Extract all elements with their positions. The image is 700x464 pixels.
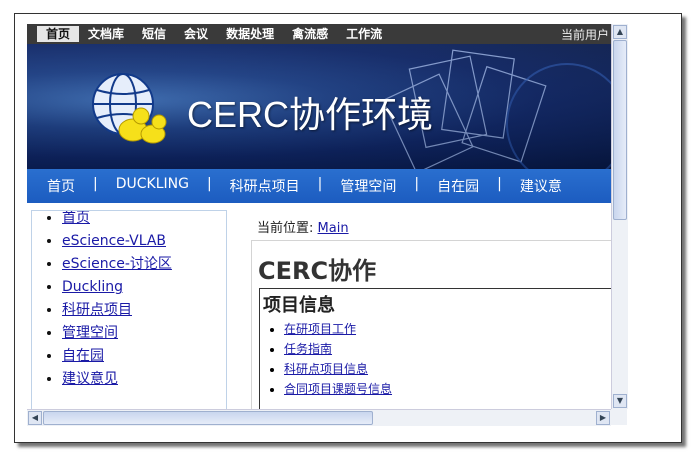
- sidebar: 首页 eScience-VLAB eScience-讨论区 Duckling 科…: [31, 210, 227, 423]
- sidebar-link-management-space[interactable]: 管理空间: [62, 325, 118, 341]
- link-task-guide[interactable]: 任务指南: [284, 342, 332, 356]
- duckling-globe-logo: [92, 73, 167, 144]
- scroll-left-icon[interactable]: ◀: [28, 411, 42, 425]
- content-box: CERC协作 项目信息 在研项目工作 任务指南 科研点项目信息 合同项目课题号信…: [251, 240, 611, 423]
- mainnav-management-space[interactable]: 管理空间: [330, 176, 406, 196]
- horizontal-scrollbar[interactable]: ◀ ▶: [27, 409, 611, 426]
- mainnav-separator: |: [317, 176, 323, 192]
- banner: CERC协作环境: [27, 44, 611, 169]
- vertical-scroll-thumb[interactable]: [613, 40, 627, 220]
- vertical-scrollbar[interactable]: ▲ ▼: [611, 24, 628, 409]
- link-ongoing-projects[interactable]: 在研项目工作: [284, 322, 356, 336]
- sidebar-link-ziyuan[interactable]: 自在园: [62, 348, 104, 364]
- breadcrumb-label: 当前位置:: [257, 221, 314, 236]
- mainnav-separator: |: [497, 176, 502, 192]
- topnav-messages[interactable]: 短信: [133, 26, 175, 42]
- sidebar-link-escience-forum[interactable]: eScience-讨论区: [62, 256, 172, 272]
- breadcrumb-link-main[interactable]: Main: [318, 221, 349, 236]
- mainnav-research-projects[interactable]: 科研点项目: [220, 176, 310, 196]
- banner-title: CERC协作环境: [187, 94, 434, 135]
- scroll-right-icon[interactable]: ▶: [596, 411, 610, 425]
- mainnav-separator: |: [206, 176, 212, 192]
- list-item: 科研点项目信息: [284, 359, 392, 379]
- horizontal-scroll-thumb[interactable]: [43, 411, 373, 425]
- mainnav-separator: |: [414, 176, 420, 192]
- window-frame: 首页 文档库 短信 会议 数据处理 禽流感 工作流 当前用户 CERC协作环境 …: [14, 13, 682, 443]
- sidebar-item: Duckling: [62, 276, 226, 299]
- top-navigation: 首页 文档库 短信 会议 数据处理 禽流感 工作流 当前用户: [27, 24, 611, 44]
- topnav-bird-flu[interactable]: 禽流感: [283, 26, 337, 42]
- scroll-down-icon[interactable]: ▼: [613, 394, 627, 408]
- link-contract-project-info[interactable]: 合同项目课题号信息: [284, 382, 392, 396]
- sidebar-item: 建议意见: [62, 368, 226, 391]
- list-item: 合同项目课题号信息: [284, 379, 392, 399]
- current-user-label: 当前用户: [560, 28, 609, 42]
- mainnav-ziyuan[interactable]: 自在园: [427, 176, 489, 196]
- link-research-project-info[interactable]: 科研点项目信息: [284, 362, 368, 376]
- sidebar-link-research-projects[interactable]: 科研点项目: [62, 302, 132, 318]
- list-item: 在研项目工作: [284, 319, 392, 339]
- sidebar-link-home[interactable]: 首页: [62, 211, 90, 226]
- mainnav-suggestions[interactable]: 建议意: [510, 176, 572, 196]
- sidebar-item: 首页: [62, 211, 226, 230]
- sidebar-link-duckling[interactable]: Duckling: [62, 279, 123, 295]
- main-navigation: 首页 | DUCKLING | 科研点项目 | 管理空间 | 自在园 | 建议意: [27, 169, 611, 203]
- sidebar-link-suggestions[interactable]: 建议意见: [62, 371, 118, 387]
- sidebar-item: 管理空间: [62, 322, 226, 345]
- list-item: 任务指南: [284, 339, 392, 359]
- sidebar-item: 自在园: [62, 345, 226, 368]
- sidebar-item: eScience-VLAB: [62, 230, 226, 253]
- scrollbar-corner: [611, 409, 627, 425]
- project-links: 在研项目工作 任务指南 科研点项目信息 合同项目课题号信息: [260, 319, 392, 399]
- sidebar-list: 首页 eScience-VLAB eScience-讨论区 Duckling 科…: [32, 211, 226, 391]
- mainnav-separator: |: [93, 176, 98, 192]
- page-viewport: 首页 文档库 短信 会议 数据处理 禽流感 工作流 当前用户 CERC协作环境 …: [27, 24, 611, 423]
- topnav-data-processing[interactable]: 数据处理: [217, 26, 283, 42]
- section-title: 项目信息: [263, 295, 335, 316]
- topnav-workflow[interactable]: 工作流: [337, 26, 391, 42]
- sidebar-link-escience-vlab[interactable]: eScience-VLAB: [62, 233, 166, 249]
- page-title: CERC协作: [258, 257, 377, 285]
- topnav-home[interactable]: 首页: [37, 26, 80, 42]
- mainnav-duckling[interactable]: DUCKLING: [106, 176, 199, 192]
- mainnav-home[interactable]: 首页: [27, 176, 85, 196]
- breadcrumb: 当前位置: Main: [257, 217, 349, 236]
- scroll-up-icon[interactable]: ▲: [613, 25, 627, 39]
- sidebar-item: eScience-讨论区: [62, 253, 226, 276]
- main-content: 当前位置: Main CERC协作 项目信息 在研项目工作 任务指南 科研点项目…: [239, 210, 611, 423]
- sidebar-item: 科研点项目: [62, 299, 226, 322]
- topnav-documents[interactable]: 文档库: [79, 26, 133, 42]
- topnav-meetings[interactable]: 会议: [175, 26, 217, 42]
- project-info-box: 项目信息 在研项目工作 任务指南 科研点项目信息 合同项目课题号信息: [259, 288, 611, 423]
